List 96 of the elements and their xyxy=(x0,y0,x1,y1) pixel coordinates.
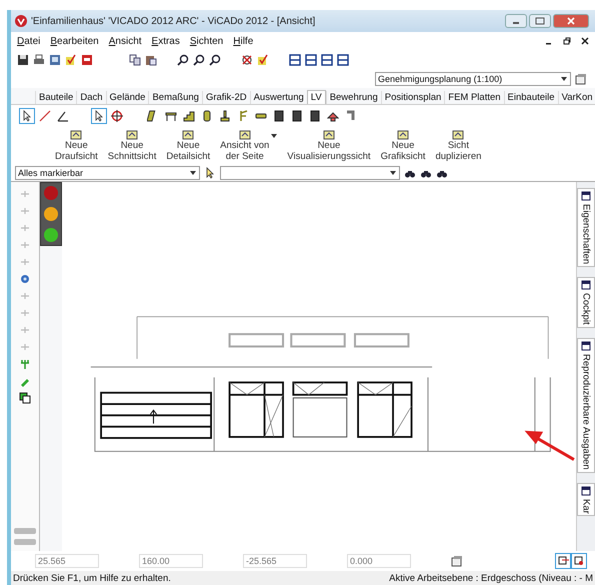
status-info-text: Aktive Arbeitsebene : Erdgeschoss (Niveau : - M xyxy=(389,572,593,584)
panel-icon xyxy=(581,486,591,496)
block-icon[interactable] xyxy=(273,110,285,122)
close-icon[interactable] xyxy=(581,37,589,45)
maximize-button[interactable] xyxy=(529,14,551,28)
new-view-button[interactable]: Neue Grafiksicht xyxy=(378,130,428,162)
view-icon xyxy=(70,130,82,140)
filter-dropdown[interactable]: Alles markierbar xyxy=(15,166,200,180)
paste-icon[interactable] xyxy=(145,54,157,66)
snap-icon[interactable] xyxy=(557,555,569,567)
app-logo-icon xyxy=(15,15,27,27)
status-help-text: Drücken Sie F1, um Hilfe zu erhalten. xyxy=(13,572,171,584)
target-icon[interactable] xyxy=(111,110,123,122)
caret-icon[interactable] xyxy=(271,134,278,138)
restore-icon[interactable] xyxy=(563,37,571,45)
panel-icon xyxy=(581,280,591,290)
view-icon xyxy=(452,130,464,140)
ribbon-tab[interactable]: Dach xyxy=(76,91,106,104)
picture-icon[interactable] xyxy=(49,54,61,66)
dock-tab[interactable]: Reproduzierbare Ausgaben xyxy=(577,338,595,473)
block-icon[interactable] xyxy=(309,110,321,122)
check-icon[interactable] xyxy=(257,54,269,66)
pdf-icon[interactable] xyxy=(81,54,93,66)
maximize-icon[interactable] xyxy=(535,17,545,25)
layout-icon[interactable] xyxy=(305,54,317,66)
view-icon xyxy=(126,130,138,140)
panel-icon xyxy=(581,191,591,201)
pointer-icon[interactable] xyxy=(21,110,33,122)
properties-icon[interactable] xyxy=(575,73,587,85)
coordinate-field[interactable]: 160.00 xyxy=(139,554,203,568)
panel-icon xyxy=(581,340,591,351)
ribbon-tab[interactable]: Grafik-2D xyxy=(202,91,250,104)
check-icon[interactable] xyxy=(65,54,77,66)
ribbon-tab[interactable]: Bewehrung xyxy=(326,91,381,104)
ribbon-tab[interactable]: VarKon xyxy=(558,91,595,104)
coordinate-field[interactable]: 0.000 xyxy=(347,554,411,568)
dock-tab[interactable]: Cockpit xyxy=(577,277,595,328)
ribbon-tab[interactable]: Positionsplan xyxy=(380,91,444,104)
menu-item[interactable]: Sichten xyxy=(190,36,224,46)
close-button[interactable] xyxy=(553,14,589,28)
zoom-icon[interactable] xyxy=(193,54,205,66)
copy-icon[interactable] xyxy=(129,54,141,66)
ribbon-tab[interactable]: LV xyxy=(306,90,326,104)
layout-icon[interactable] xyxy=(321,54,333,66)
angle-icon[interactable] xyxy=(57,110,69,122)
menu-item[interactable]: Hilfe xyxy=(233,36,254,46)
cross-icon[interactable] xyxy=(241,54,253,66)
pointer-icon[interactable] xyxy=(204,167,216,179)
new-view-button[interactable]: Neue Schnittsicht xyxy=(106,130,158,162)
zoom-icon[interactable] xyxy=(209,54,221,66)
menu-item[interactable]: Extras xyxy=(152,36,180,46)
table-icon[interactable] xyxy=(165,110,177,122)
ribbon-tab[interactable]: Bemaßung xyxy=(148,91,202,104)
ribbon-tab[interactable]: FEM Platten xyxy=(444,91,504,104)
view-icon xyxy=(397,130,409,140)
new-view-button[interactable]: Sicht duplizieren xyxy=(433,130,484,162)
ribbon-tab[interactable]: Gelände xyxy=(106,91,148,104)
dock-tab[interactable]: Kar xyxy=(577,482,595,516)
zoom-icon[interactable] xyxy=(177,54,189,66)
layout-icon[interactable] xyxy=(337,54,349,66)
scroll-handle[interactable] xyxy=(14,539,36,545)
pin-icon[interactable] xyxy=(19,358,31,370)
ribbon-tab[interactable]: Bauteile xyxy=(35,91,76,104)
line-icon[interactable] xyxy=(39,110,51,122)
pointer-icon[interactable] xyxy=(93,110,105,122)
copy-icon[interactable] xyxy=(19,392,31,404)
coordinate-field[interactable]: 25.565 xyxy=(35,554,99,568)
menu-item[interactable]: Bearbeiten xyxy=(50,36,99,46)
new-view-button[interactable]: Neue Detailsicht xyxy=(164,130,212,162)
save-icon[interactable] xyxy=(17,54,29,66)
print-icon[interactable] xyxy=(33,54,45,66)
menu-item[interactable]: Datei xyxy=(17,36,40,46)
ribbon-tab[interactable]: Einbauteile xyxy=(504,91,558,104)
plan-dropdown[interactable]: Genehmigungsplanung (1:100) xyxy=(375,72,571,86)
minimize-button[interactable] xyxy=(505,14,527,28)
annotation-arrow xyxy=(524,430,575,461)
coordinate-field[interactable]: -25.565 xyxy=(243,554,307,568)
dock-tab[interactable]: Eigenschaften xyxy=(577,188,595,268)
column-icon[interactable] xyxy=(201,110,213,122)
new-view-button[interactable]: Neue Draufsicht xyxy=(53,130,100,162)
window-title: 'Einfamilienhaus' 'VICADO 2012 ARC' - ViCADo 2012 - [Ansicht] xyxy=(31,16,316,26)
menu-item[interactable]: Ansicht xyxy=(108,36,142,46)
signal-light[interactable] xyxy=(44,206,58,221)
new-view-button[interactable]: Ansicht von der Seite xyxy=(218,130,280,162)
layout-icon[interactable] xyxy=(289,54,301,66)
signal-light[interactable] xyxy=(44,228,58,242)
properties-icon[interactable] xyxy=(451,555,463,567)
block-icon[interactable] xyxy=(291,110,303,122)
snap-icon[interactable] xyxy=(573,555,585,567)
view-icon xyxy=(322,130,335,140)
stairs-icon[interactable] xyxy=(183,110,195,122)
pipe-icon[interactable] xyxy=(345,110,357,122)
view-icon xyxy=(182,130,194,140)
new-view-button[interactable]: Neue Visualisierungssicht xyxy=(285,130,373,162)
view-icon xyxy=(238,130,251,140)
scroll-handle[interactable] xyxy=(14,528,36,534)
